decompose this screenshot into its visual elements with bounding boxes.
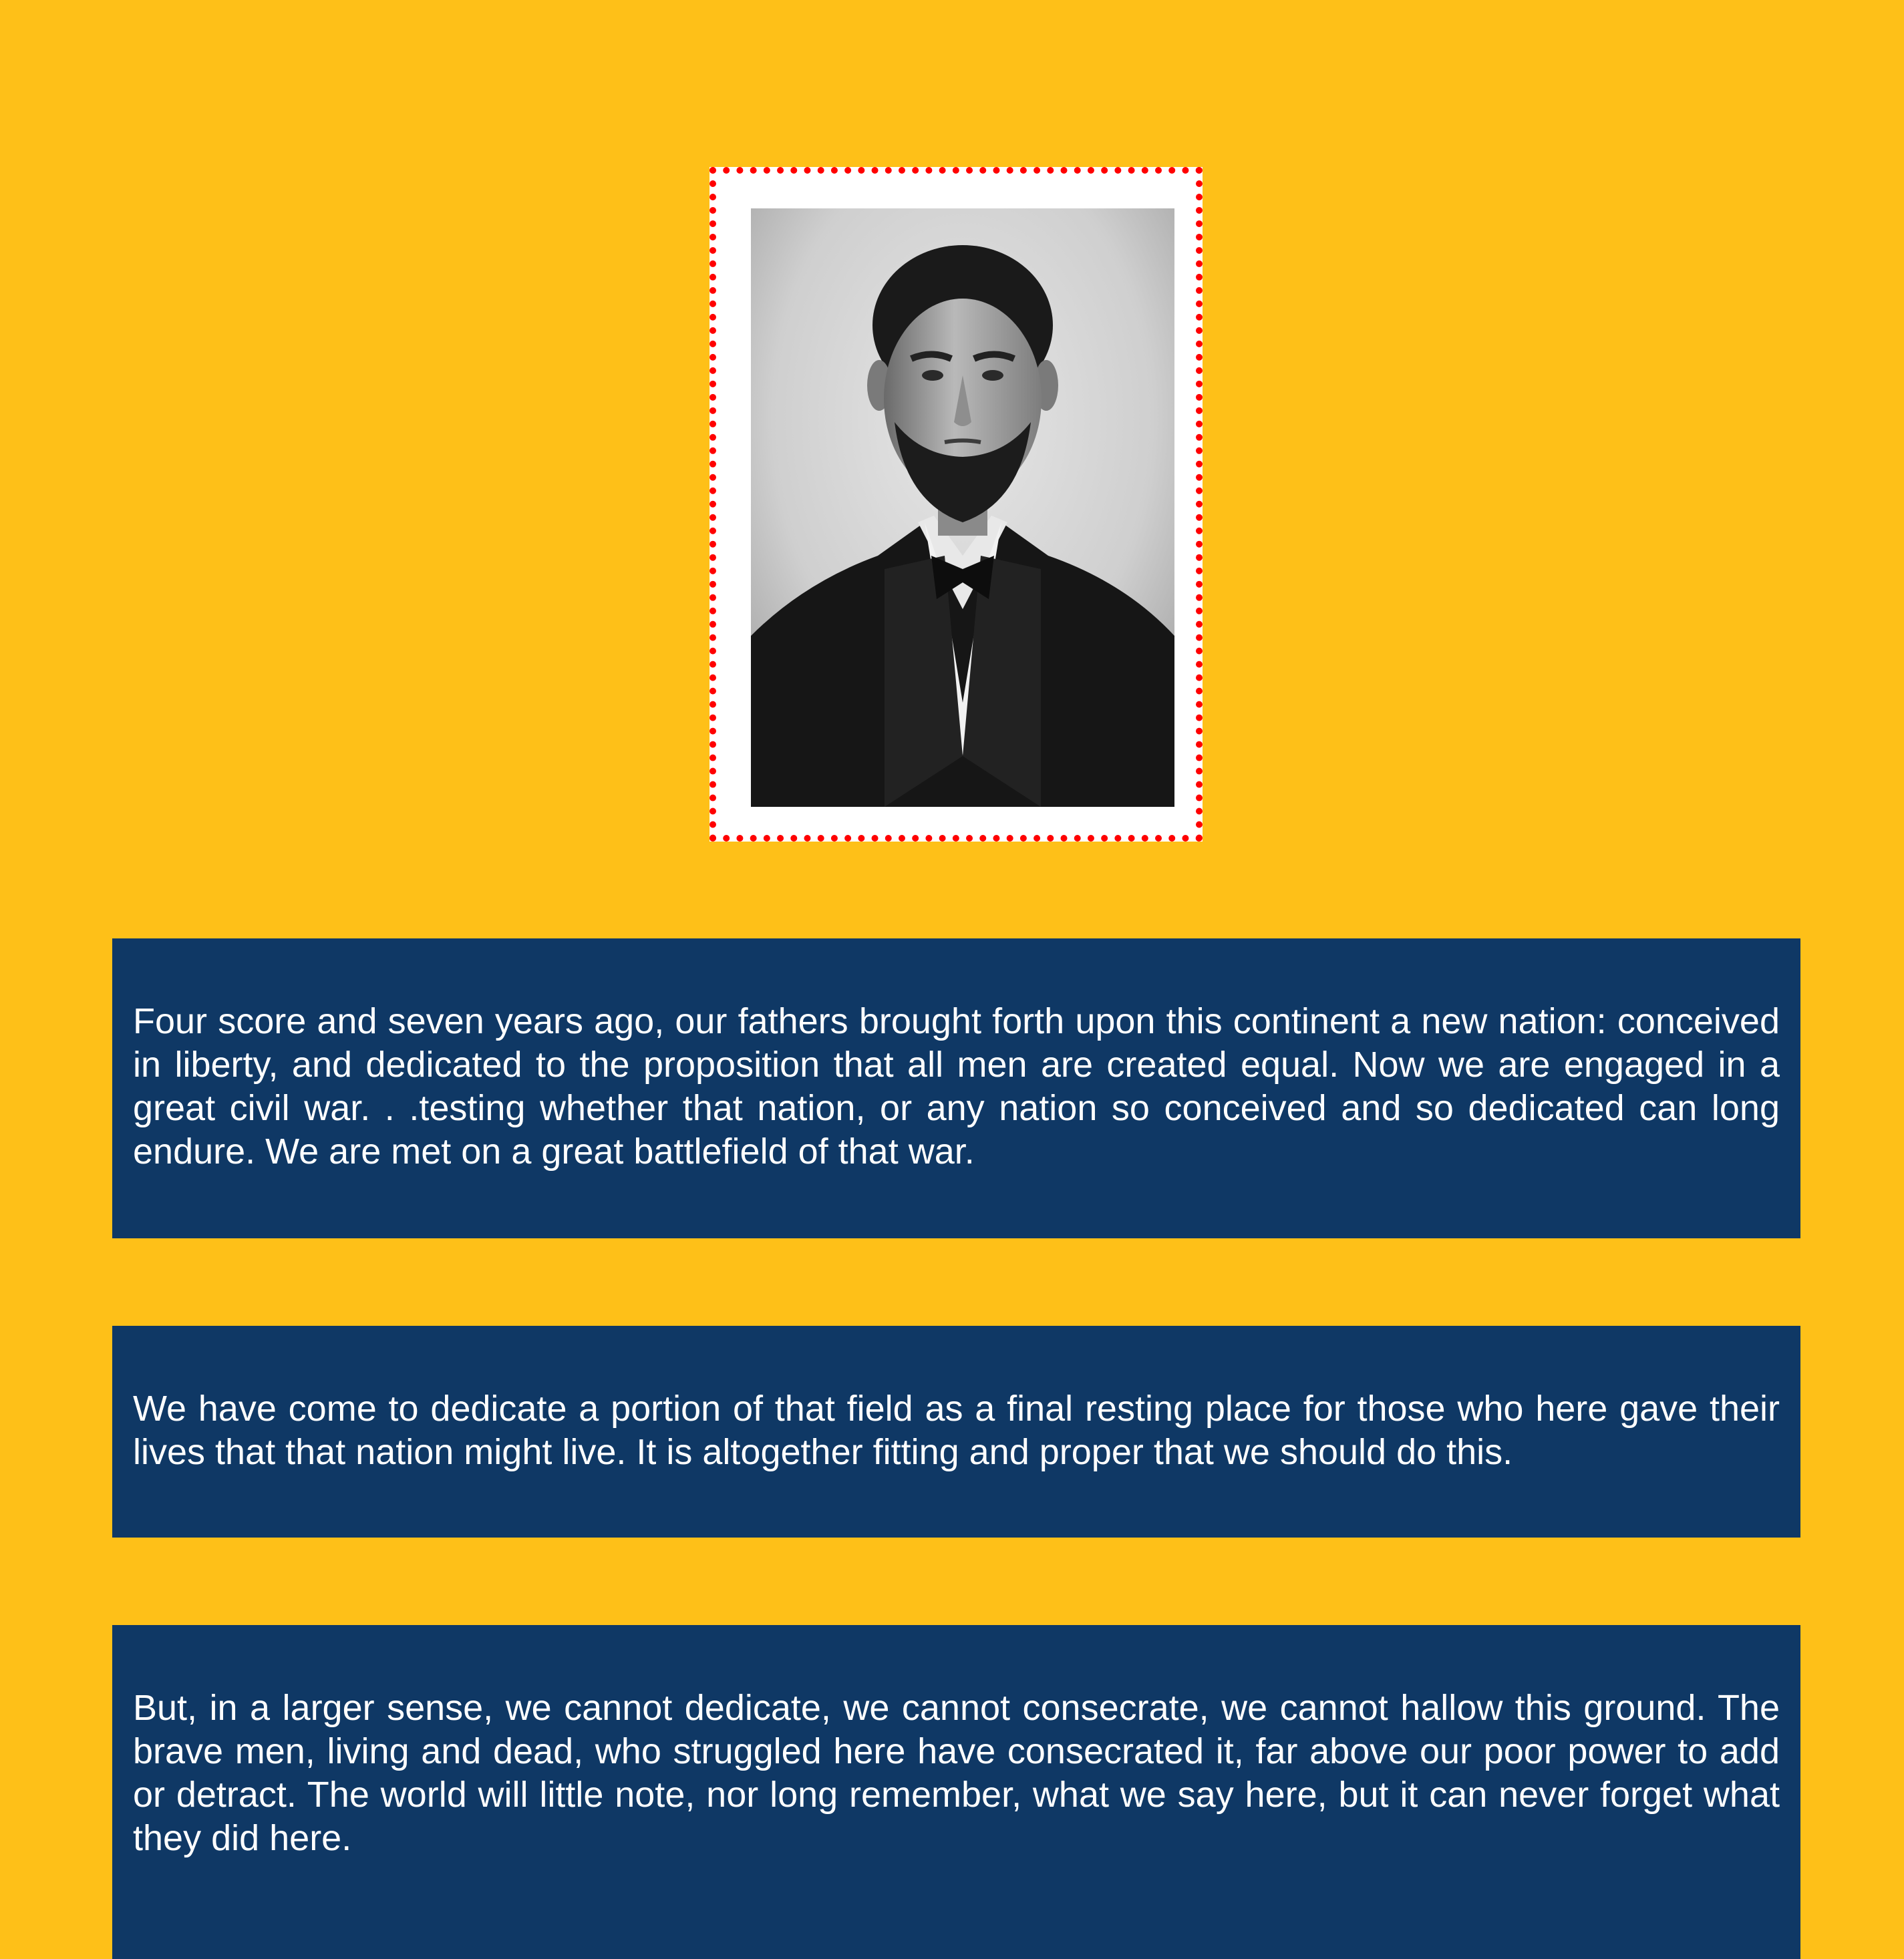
portrait-frame (709, 167, 1203, 842)
paragraph-text-2: We have come to dedicate a portion of th… (133, 1389, 1780, 1472)
portrait-photo (751, 208, 1174, 807)
paragraph-text-1: Four score and seven years ago, our fath… (133, 1001, 1780, 1172)
paragraph-text-3: But, in a larger sense, we cannot dedica… (133, 1688, 1780, 1858)
paragraph-panel-2: We have come to dedicate a portion of th… (112, 1326, 1800, 1538)
paragraph-panel-3: But, in a larger sense, we cannot dedica… (112, 1625, 1800, 1959)
paragraph-panel-1: Four score and seven years ago, our fath… (112, 938, 1800, 1238)
